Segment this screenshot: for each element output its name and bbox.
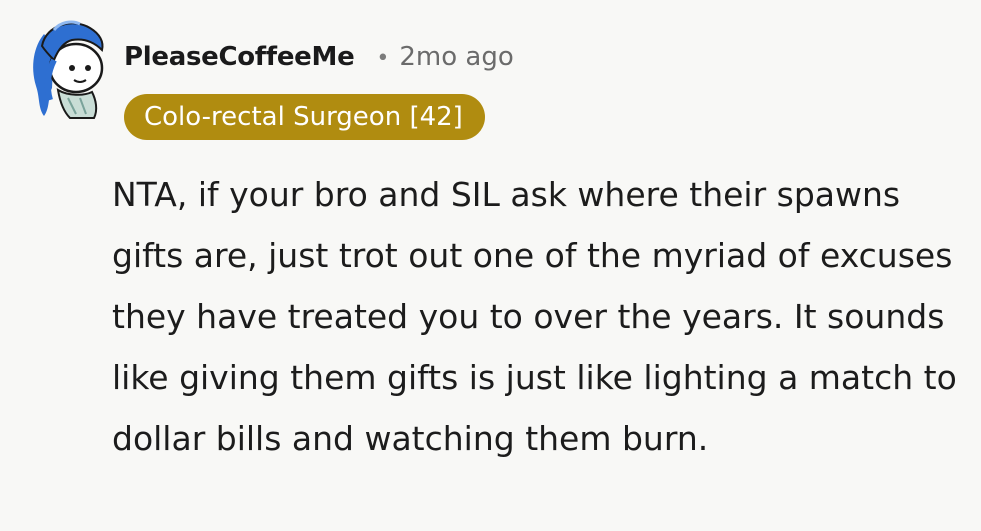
comment-card: PleaseCoffeeMe • 2mo ago Colo-rectal Sur… bbox=[0, 0, 981, 531]
username-link[interactable]: PleaseCoffeeMe bbox=[124, 42, 355, 72]
meta-separator: • bbox=[376, 46, 390, 71]
timestamp-link[interactable]: 2mo ago bbox=[399, 42, 513, 72]
user-avatar[interactable] bbox=[24, 16, 110, 120]
comment-body: NTA, if your bro and SIL ask where their… bbox=[112, 175, 957, 458]
comment-header: PleaseCoffeeMe • 2mo ago bbox=[124, 42, 514, 72]
user-flair-badge: Colo-rectal Surgeon [42] bbox=[124, 94, 485, 140]
